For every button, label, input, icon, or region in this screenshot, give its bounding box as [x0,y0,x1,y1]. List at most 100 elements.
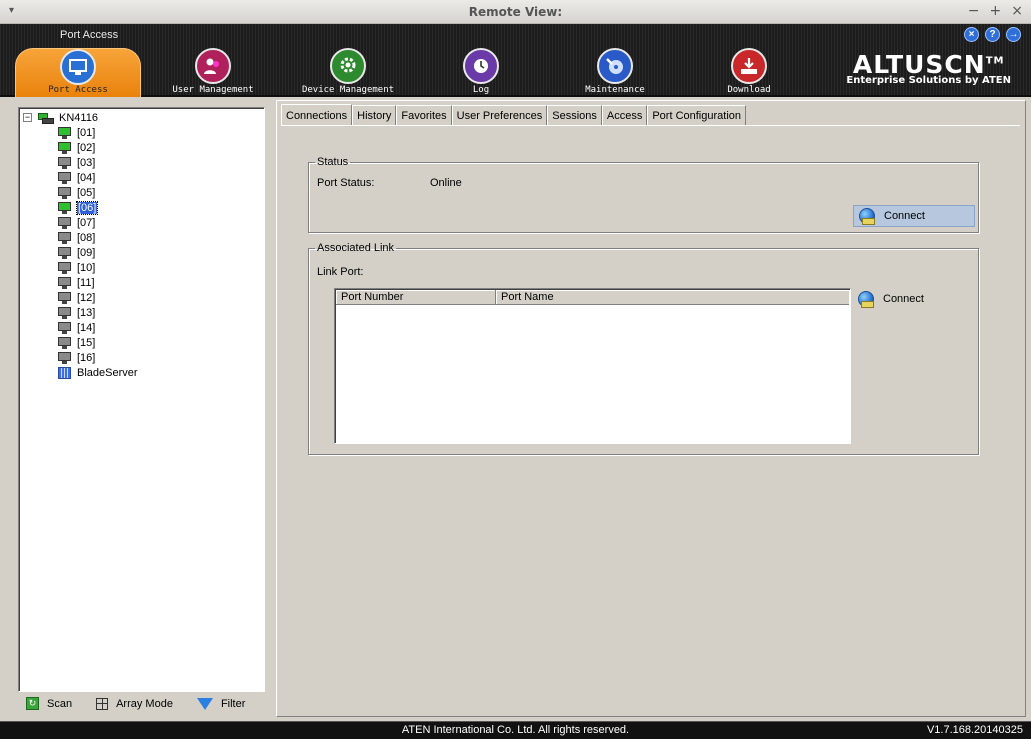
connections-tab-body: Status Port Status: Online Connect Assoc… [281,125,1020,713]
users-icon [195,48,231,84]
close-button[interactable]: × [1011,3,1023,19]
kvm-switch-icon [38,112,54,124]
tree-port-item[interactable]: [14] [58,320,95,335]
window-titlebar: ▾ Remote View: − + × [0,0,1031,24]
tree-port-item[interactable]: [07] [58,215,95,230]
monitor-icon [58,351,71,364]
link-port-label: Link Port: [317,266,364,278]
monitor-icon [58,126,71,139]
logo-tagline: Enterprise Solutions by ATEN [846,75,1011,86]
tree-port-item[interactable]: [16] [58,350,95,365]
tab-port-configuration[interactable]: Port Configuration [647,105,747,125]
tab-user-preferences[interactable]: User Preferences [451,105,548,125]
gear-icon [330,48,366,84]
tree-port-item[interactable]: [15] [58,335,95,350]
port-label: [01] [77,126,96,139]
tree-root-kn4116[interactable]: − KN4116 [23,110,98,125]
nav-label: Log [472,85,490,95]
link-port-list[interactable]: Port Number Port Name [334,288,851,444]
status-connect-button[interactable]: Connect [853,205,975,227]
scan-label: Scan [47,697,73,710]
device-tree[interactable]: − KN4116 [01] [02] [03] [04] [05] [06] [07] [08] [… [18,107,265,692]
tree-port-item[interactable]: [12] [58,290,95,305]
collapse-toggle[interactable]: − [23,113,32,122]
download-icon [731,48,767,84]
tab-history[interactable]: History [352,105,397,125]
help-button[interactable]: ? [985,27,1000,42]
tree-blade-server[interactable]: BladeServer [58,365,138,380]
filter-button[interactable]: Filter [196,697,246,710]
monitor-icon [58,141,71,154]
tree-port-item[interactable]: [02] [58,140,95,155]
nav-device-management[interactable]: Device Management [285,48,411,97]
tree-port-item[interactable]: [13] [58,305,95,320]
port-label: [16] [77,351,96,364]
port-label: [02] [77,141,96,154]
copyright-text: ATEN International Co. Ltd. All rights r… [401,724,630,736]
tree-port-item[interactable]: [08] [58,230,95,245]
column-port-name[interactable]: Port Name [496,290,849,305]
port-label: [12] [77,291,96,304]
monitor-icon [58,231,71,244]
monitor-icon [58,186,71,199]
tab-favorites[interactable]: Favorites [396,105,452,125]
monitor-icon [58,156,71,169]
clock-icon [463,48,499,84]
maximize-button[interactable]: + [990,3,1002,19]
monitor-icon [58,336,71,349]
left-panel: − KN4116 [01] [02] [03] [04] [05] [06] [07] [08] [… [8,100,270,720]
monitor-icon [58,216,71,229]
nav-port-access[interactable]: Port Access [15,48,141,97]
monitor-icon [58,246,71,259]
nav-log[interactable]: Log [418,48,544,97]
link-connect-button[interactable]: Connect [853,288,934,310]
blade-label: BladeServer [77,366,138,379]
port-status-value: Online [430,177,462,189]
tree-port-item[interactable]: [01] [58,125,95,140]
port-label: [03] [77,156,96,169]
grid-icon [96,697,109,710]
logout-button[interactable]: → [1006,27,1021,42]
tab-sessions[interactable]: Sessions [547,105,602,125]
column-port-number[interactable]: Port Number [336,290,496,305]
port-status-label: Port Status: [317,177,375,189]
nav-maintenance[interactable]: Maintenance [552,48,678,97]
nav-label: Download [727,85,771,95]
monitor-icon [58,306,71,319]
port-label: [05] [77,186,96,199]
header-close-button[interactable]: × [964,27,979,42]
tree-port-item[interactable]: [05] [58,185,95,200]
tree-port-item[interactable]: [06] [58,200,99,215]
nav-download[interactable]: Download [686,48,812,97]
scan-button[interactable]: ↻ Scan [26,697,72,710]
connect-globe-icon [858,291,874,308]
array-mode-button[interactable]: Array Mode [96,697,173,710]
port-label: [11] [77,276,95,289]
tree-port-item[interactable]: [10] [58,260,95,275]
window-menu-button[interactable]: ▾ [9,5,14,16]
tree-port-item[interactable]: [11] [58,275,95,290]
tab-access[interactable]: Access [601,105,648,125]
monitor-icon [58,276,71,289]
filter-icon [196,697,213,710]
connect-label: Connect [883,293,924,305]
tree-port-item[interactable]: [04] [58,170,95,185]
window-title: Remote View: [468,4,563,19]
status-legend: Status [317,156,349,168]
tab-connections[interactable]: Connections [281,104,353,126]
nav-label: Port Access [48,85,108,95]
minimize-button[interactable]: − [968,3,980,19]
altuscn-logo: ALTUSCNTM Enterprise Solutions by ATEN [846,50,1011,86]
nav-label: Maintenance [585,85,645,95]
tree-port-item[interactable]: [09] [58,245,95,260]
filter-label: Filter [220,697,246,710]
version-text: V1.7.168.20140325 [926,724,1023,736]
port-label: [06] [75,200,99,215]
app-header: Port Access Port Access User Management … [0,24,1031,97]
status-bar: ATEN International Co. Ltd. All rights r… [0,721,1031,739]
right-panel: Connections History Favorites User Prefe… [276,100,1026,717]
tree-port-item[interactable]: [03] [58,155,95,170]
tab-bar: Connections History Favorites User Prefe… [281,103,747,126]
port-label: [10] [77,261,96,274]
nav-user-management[interactable]: User Management [150,48,276,97]
